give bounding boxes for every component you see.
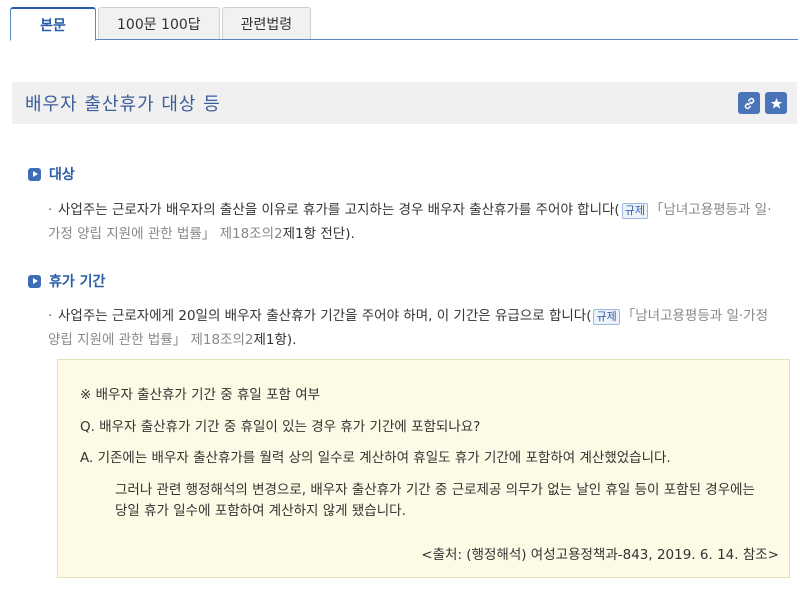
link-icon xyxy=(744,97,754,109)
title-bar: 배우자 출산휴가 대상 등 xyxy=(12,82,797,124)
tab-bar: 본문 100문 100답 관련법령 xyxy=(10,7,313,41)
tab-divider xyxy=(10,39,798,40)
section-heading-period: 휴가 기간 xyxy=(28,271,105,291)
page-title: 배우자 출산휴가 대상 등 xyxy=(25,94,221,115)
box-answer-continued-2: 당일 휴가 일수에 포함하여 계산하지 않게 됐습니다. xyxy=(115,503,406,519)
favorite-button[interactable] xyxy=(765,92,787,114)
regulation-tag[interactable]: 규제 xyxy=(593,309,620,325)
box-note: ※ 배우자 출산휴가 기간 중 휴일 포함 여부 xyxy=(80,387,321,403)
paragraph-text: 사업주는 근로자가 배우자의 출산을 이유로 휴가를 고지하는 경우 배우자 출… xyxy=(58,202,620,218)
article-ref: 제18조의2 xyxy=(215,226,283,242)
star-icon xyxy=(770,97,782,109)
info-box: ※ 배우자 출산휴가 기간 중 휴일 포함 여부 Q. 배우자 출산휴가 기간 … xyxy=(57,359,790,578)
bullet: · xyxy=(48,308,53,324)
section-paragraph: · 사업주는 근로자에게 20일의 배우자 출산휴가 기간을 주어야 하며, 이 … xyxy=(48,304,783,352)
section-title: 대상 xyxy=(49,167,75,183)
section-title: 휴가 기간 xyxy=(49,274,106,290)
tab-100qa[interactable]: 100문 100답 xyxy=(98,7,220,40)
box-answer-continued: 그러나 관련 행정해석의 변경으로, 배우자 출산휴가 기간 중 근로제공 의무… xyxy=(115,482,755,498)
paragraph-text: 사업주는 근로자에게 20일의 배우자 출산휴가 기간을 주어야 하며, 이 기… xyxy=(58,308,592,324)
section-arrow-icon xyxy=(28,274,41,288)
article-clause: 제1항 전단 xyxy=(282,226,346,242)
section-heading-target: 대상 xyxy=(28,164,75,184)
paragraph-end: ). xyxy=(345,226,355,242)
paragraph-end: ). xyxy=(286,332,297,348)
article-clause: 제1항 xyxy=(253,332,287,348)
tab-related-laws[interactable]: 관련법령 xyxy=(221,7,312,40)
bullet: · xyxy=(48,202,53,218)
regulation-tag[interactable]: 규제 xyxy=(621,203,648,219)
section-paragraph: · 사업주는 근로자가 배우자의 출산을 이유로 휴가를 고지하는 경우 배우자 … xyxy=(48,198,783,246)
box-answer: A. 기존에는 배우자 출산휴가를 월력 상의 일수로 계산하여 휴일도 휴가 … xyxy=(80,450,671,466)
link-button[interactable] xyxy=(738,92,760,114)
section-arrow-icon xyxy=(28,167,41,181)
box-source: <출처: (행정해석) 여성고용정책과-843, 2019. 6. 14. 참조… xyxy=(421,547,779,563)
tab-main[interactable]: 본문 xyxy=(10,7,96,41)
box-question: Q. 배우자 출산휴가 기간 중 휴일이 있는 경우 휴가 기간에 포함되나요? xyxy=(80,419,481,435)
article-ref: 제18조의2 xyxy=(186,332,254,348)
